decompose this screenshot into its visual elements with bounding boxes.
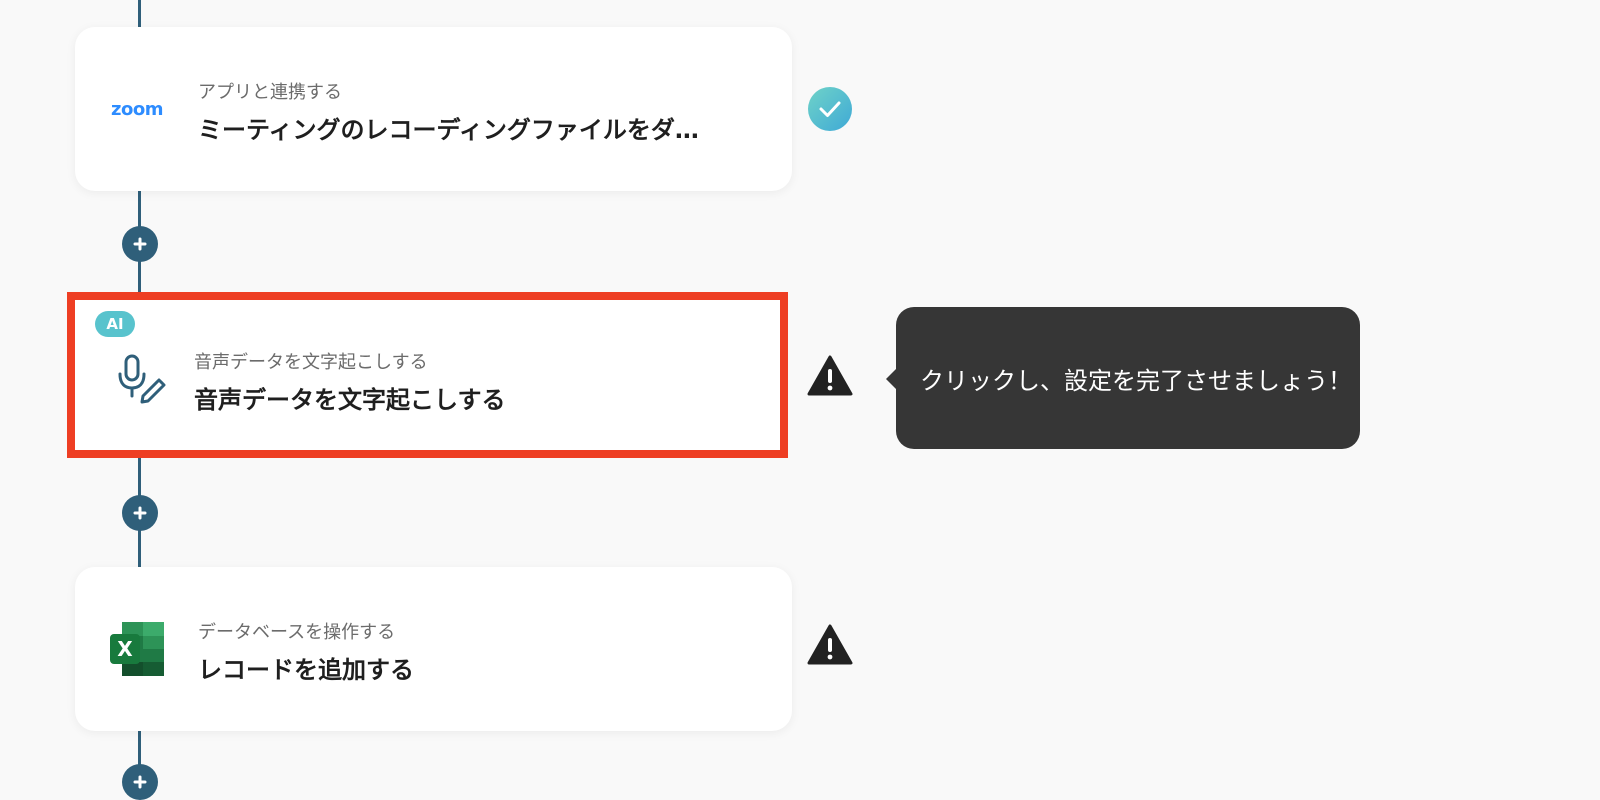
warning-icon (806, 621, 854, 669)
step-card-transcription[interactable]: AI 音声データを文字起こしする 音声データを文字起こしする (67, 292, 788, 458)
step-subtitle: データベースを操作する (198, 622, 396, 643)
step-card-excel[interactable]: X データベースを操作する レコードを追加する (75, 567, 792, 731)
step-subtitle: 音声データを文字起こしする (194, 352, 428, 373)
plus-icon (133, 237, 147, 251)
add-step-button[interactable] (122, 226, 158, 262)
zoom-logo: zoom (105, 77, 169, 141)
zoom-logo-text: zoom (111, 98, 163, 120)
add-step-button[interactable] (122, 495, 158, 531)
check-icon (806, 85, 854, 133)
ai-badge: AI (95, 311, 135, 337)
tooltip-arrow (886, 369, 896, 389)
excel-letter: X (117, 637, 133, 661)
step-subtitle: アプリと連携する (198, 82, 342, 103)
plus-icon (133, 775, 147, 789)
onboarding-tooltip: クリックし、設定を完了させましょう！ (886, 307, 1360, 449)
add-step-button[interactable] (122, 764, 158, 800)
step-title: ミーティングのレコーディングファイルをダ… (198, 116, 699, 144)
microphone-pen-icon (109, 346, 173, 410)
step-title: 音声データを文字起こしする (194, 386, 506, 414)
warning-icon (806, 352, 854, 400)
step-card-zoom[interactable]: zoom アプリと連携する ミーティングのレコーディングファイルをダ… (75, 27, 792, 191)
excel-icon: X (105, 617, 169, 681)
plus-icon (133, 506, 147, 520)
tooltip-text: クリックし、設定を完了させましょう！ (920, 366, 1352, 395)
step-title: レコードを追加する (198, 656, 414, 684)
